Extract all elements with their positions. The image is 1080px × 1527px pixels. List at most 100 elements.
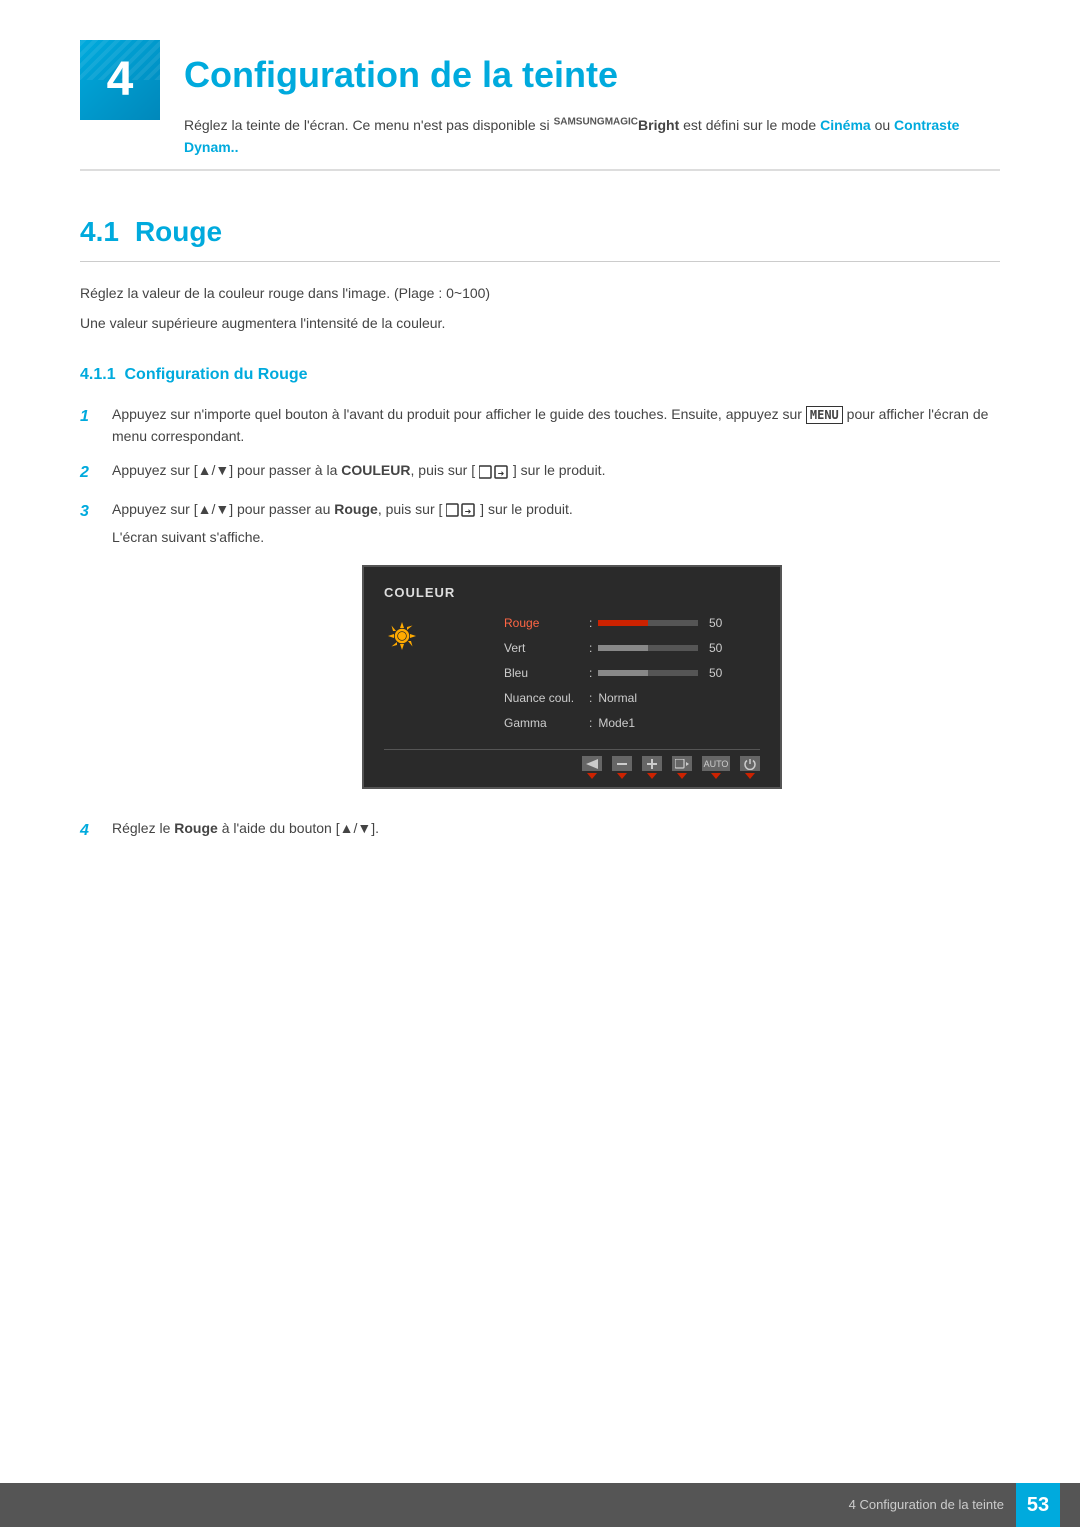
osd-nav-bar: AUTO <box>384 749 760 779</box>
osd-label-vert: Vert <box>504 639 589 658</box>
button-icon-3: ➜ <box>446 502 476 518</box>
chapter-number-box: 4 <box>80 40 160 120</box>
osd-bar-bg-rouge <box>598 620 698 626</box>
nav-dot-3 <box>647 773 657 779</box>
subsection-title-text: Configuration du Rouge <box>124 366 307 383</box>
chapter-header: 4 Configuration de la teinte Réglez la t… <box>80 40 1000 171</box>
osd-bar-fill-bleu <box>598 670 648 676</box>
brand-prefix: SAMSUNG <box>554 116 605 127</box>
osd-label-rouge: Rouge <box>504 614 589 633</box>
svg-text:➜: ➜ <box>498 469 505 478</box>
intro-text: Réglez la teinte de l'écran. Ce menu n'e… <box>184 117 550 133</box>
osd-colon-1: : <box>589 614 592 633</box>
osd-row-gamma: Gamma : Mode1 <box>504 714 760 733</box>
section-number: 4.1 <box>80 211 119 253</box>
step-3-subtext: L'écran suivant s'affiche. <box>112 526 1000 548</box>
button-icon-2: ➜ <box>479 464 509 480</box>
section-body: Réglez la valeur de la couleur rouge dan… <box>80 282 1000 335</box>
osd-colon-5: : <box>589 714 592 733</box>
chapter-intro: Réglez la teinte de l'écran. Ce menu n'e… <box>184 114 1000 159</box>
osd-bar-bg-vert <box>598 645 698 651</box>
couleur-label: COULEUR <box>341 462 410 478</box>
chapter-title-area: Configuration de la teinte Réglez la tei… <box>184 40 1000 159</box>
step-number-4: 4 <box>80 817 104 844</box>
osd-bar-bleu: 50 <box>598 664 722 683</box>
osd-value-nuance: Normal <box>598 689 637 708</box>
osd-label-bleu: Bleu <box>504 664 589 683</box>
osd-left-icon <box>384 614 494 740</box>
link-cinema: Cinéma <box>820 117 871 133</box>
left-arrow-icon <box>586 759 598 769</box>
osd-nav-auto: AUTO <box>702 756 730 779</box>
monitor-screenshot: COULEUR <box>144 565 1000 790</box>
nav-dot-1 <box>587 773 597 779</box>
nav-dot-power <box>745 773 755 779</box>
osd-bar-fill-rouge <box>598 620 648 626</box>
nav-icon-2 <box>612 756 632 771</box>
section-desc2: Une valeur supérieure augmentera l'inten… <box>80 312 1000 334</box>
osd-bar-fill-vert <box>598 645 648 651</box>
osd-bar-vert: 50 <box>598 639 722 658</box>
osd-row-vert: Vert : 50 <box>504 639 760 658</box>
osd-row-rouge: Rouge : 50 <box>504 614 760 633</box>
osd-nav-btn-1 <box>582 756 602 779</box>
osd-nav-btn-3 <box>642 756 662 779</box>
nav-dot-2 <box>617 773 627 779</box>
osd-colon-4: : <box>589 689 592 708</box>
nav-dot-4 <box>677 773 687 779</box>
osd-menu-items: Rouge : 50 <box>504 614 760 740</box>
osd-row-nuance: Nuance coul. : Normal <box>504 689 760 708</box>
step-2: 2 Appuyez sur [▲/▼] pour passer à la COU… <box>80 459 1000 486</box>
step-number-1: 1 <box>80 403 104 430</box>
or-text: ou <box>871 117 894 133</box>
section-title: Rouge <box>135 211 222 253</box>
osd-bar-rouge: 50 <box>598 614 722 633</box>
nav-dot-auto <box>711 773 721 779</box>
step-1-content: Appuyez sur n'importe quel bouton à l'av… <box>112 403 1000 448</box>
svg-text:➜: ➜ <box>465 507 472 516</box>
minus-icon <box>616 759 628 769</box>
enter-icon <box>675 759 689 769</box>
step-number-3: 3 <box>80 498 104 525</box>
osd-colon-3: : <box>589 664 592 683</box>
footer-page-number: 53 <box>1016 1483 1060 1527</box>
osd-value-vert: 50 <box>702 639 722 658</box>
bright-label: Bright <box>638 117 679 133</box>
chapter-number: 4 <box>107 44 134 116</box>
power-symbol-icon <box>744 758 756 770</box>
section-41-header: 4.1 Rouge <box>80 211 1000 262</box>
page-container: 4 Configuration de la teinte Réglez la t… <box>0 0 1080 1527</box>
step-4-content: Réglez le Rouge à l'aide du bouton [▲/▼]… <box>112 817 1000 839</box>
osd-value-rouge: 50 <box>702 614 722 633</box>
page-footer: 4 Configuration de la teinte 53 <box>0 1483 1080 1527</box>
auto-icon: AUTO <box>702 756 730 771</box>
power-icon <box>740 756 760 771</box>
settings-icon <box>384 618 420 654</box>
subsection-411-title: 4.1.1 Configuration du Rouge <box>80 363 1000 387</box>
osd-value-bleu: 50 <box>702 664 722 683</box>
osd-nav-power <box>740 756 760 779</box>
osd-label-nuance: Nuance coul. <box>504 689 589 708</box>
section-desc1: Réglez la valeur de la couleur rouge dan… <box>80 282 1000 304</box>
osd-nav-btn-4 <box>672 756 692 779</box>
plus-icon <box>646 759 658 769</box>
osd-row-bleu: Bleu : 50 <box>504 664 760 683</box>
subsection-number: 4.1.1 <box>80 366 116 383</box>
menu-key: MENU <box>806 406 843 424</box>
osd-colon-2: : <box>589 639 592 658</box>
rouge-label-step4: Rouge <box>174 820 218 836</box>
steps-list: 1 Appuyez sur n'importe quel bouton à l'… <box>80 403 1000 844</box>
rouge-label-step3: Rouge <box>334 501 378 517</box>
auto-text: AUTO <box>704 757 729 771</box>
osd-label-gamma: Gamma <box>504 714 589 733</box>
brand-magic: MAGIC <box>605 116 638 127</box>
step-4: 4 Réglez le Rouge à l'aide du bouton [▲/… <box>80 817 1000 844</box>
nav-icon-4 <box>672 756 692 771</box>
intro-suffix: est défini sur le mode <box>683 117 816 133</box>
osd-screen: COULEUR <box>362 565 782 790</box>
nav-icon-1 <box>582 756 602 771</box>
step-1: 1 Appuyez sur n'importe quel bouton à l'… <box>80 403 1000 448</box>
osd-rows: Rouge : 50 <box>384 614 760 740</box>
step-number-2: 2 <box>80 459 104 486</box>
osd-bar-bg-bleu <box>598 670 698 676</box>
